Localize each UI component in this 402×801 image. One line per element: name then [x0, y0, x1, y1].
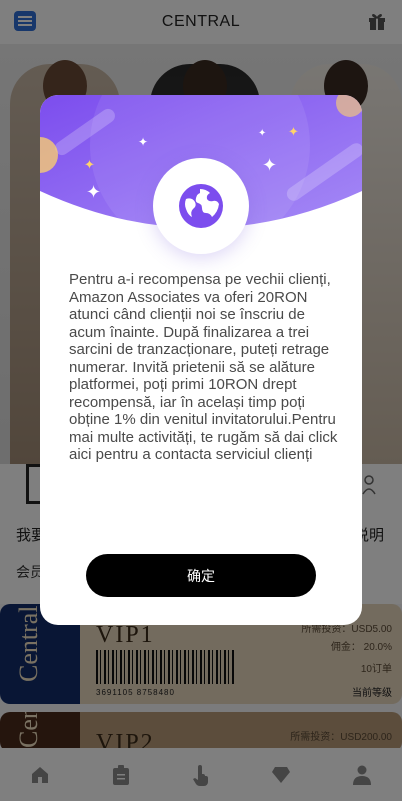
svg-text:✦: ✦: [258, 128, 266, 139]
svg-text:✦: ✦: [86, 182, 101, 203]
globe-icon: [179, 184, 223, 228]
confirm-button[interactable]: 确定: [86, 554, 316, 597]
globe-badge: [153, 158, 249, 254]
svg-text:✦: ✦: [138, 135, 148, 149]
svg-text:✦: ✦: [288, 125, 299, 140]
notice-dialog: ✦ ✦ ✦ ✦ ✦ ✦ Pentru a-i recompensa pe vec…: [40, 95, 362, 625]
dialog-message[interactable]: Pentru a-i recompensa pe vechii clienți,…: [69, 271, 339, 464]
svg-text:✦: ✦: [262, 155, 277, 176]
svg-text:✦: ✦: [84, 158, 95, 173]
